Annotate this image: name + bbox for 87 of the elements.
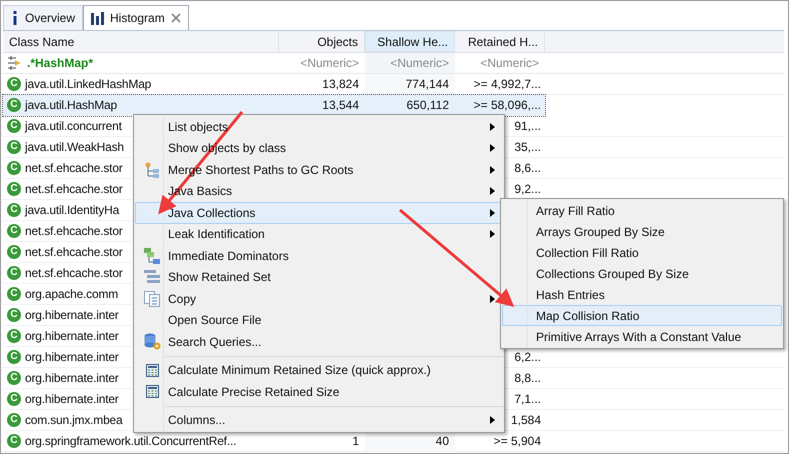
class-name: java.util.WeakHash xyxy=(25,139,124,156)
class-icon: C xyxy=(7,329,21,343)
bar-chart-icon xyxy=(91,12,104,24)
class-icon: C xyxy=(7,161,21,175)
table-cell-text: 6,2... xyxy=(514,349,541,366)
calculator-icon xyxy=(146,364,158,377)
class-icon: C xyxy=(7,350,21,364)
table-cell-text: 8,6... xyxy=(514,160,541,177)
class-icon: C xyxy=(7,434,21,448)
table-cell-text: 1,584 xyxy=(510,412,541,429)
menu-item[interactable]: Columns... xyxy=(135,410,503,431)
menu-item[interactable]: Copy xyxy=(135,288,503,310)
class-name: org.apache.comm xyxy=(25,286,118,303)
table-cell-text: 8,8... xyxy=(514,370,541,387)
class-name: org.hibernate.inter xyxy=(25,391,119,408)
class-name: org.springframework.util.ConcurrentRef... xyxy=(25,433,236,450)
class-icon: C xyxy=(7,182,21,196)
class-icon: C xyxy=(7,224,21,238)
class-name: net.sf.ehcache.stor xyxy=(25,181,123,198)
class-name: org.hibernate.inter xyxy=(25,349,119,366)
table-cell-text: 774,144 xyxy=(406,76,449,93)
class-name: java.util.HashMap xyxy=(25,97,117,114)
class-icon: C xyxy=(7,287,21,301)
database-icon xyxy=(144,333,160,350)
class-icon: C xyxy=(7,77,21,91)
menu-item[interactable]: Collections Grouped By Size xyxy=(502,263,782,284)
class-name: net.sf.ehcache.stor xyxy=(25,265,123,282)
table-cell-text: 1 xyxy=(352,433,359,450)
calculator-icon xyxy=(146,385,158,398)
class-name: net.sf.ehcache.stor xyxy=(25,244,123,261)
class-icon: C xyxy=(7,413,21,427)
tree-icon xyxy=(144,162,160,178)
close-icon[interactable] xyxy=(170,13,181,23)
table-cell-text: >= 4,992,7... xyxy=(474,76,541,93)
menu-item[interactable]: Leak Identification xyxy=(135,224,503,245)
table-cell-text: 91,... xyxy=(514,118,541,135)
table-cell-text: 35,... xyxy=(514,139,541,156)
class-icon: C xyxy=(7,140,21,154)
class-icon: C xyxy=(7,392,21,406)
menu-item[interactable]: Primitive Arrays With a Constant Value xyxy=(502,326,782,347)
copy-icon xyxy=(144,290,160,307)
class-icon: C xyxy=(7,308,21,322)
table-cell-text: 650,112 xyxy=(406,97,449,114)
column-header[interactable]: Shallow He... xyxy=(365,31,455,52)
table-cell-text: 40 xyxy=(436,433,449,450)
column-header[interactable]: Class Name xyxy=(3,31,279,52)
filter-field[interactable]: <Numeric> xyxy=(455,53,545,73)
class-icon: C xyxy=(7,98,21,112)
class-icon: C xyxy=(7,119,21,133)
menu-item[interactable]: Java Collections xyxy=(135,202,503,224)
table-cell-text: 7,1... xyxy=(514,391,541,408)
filter-field[interactable]: .*HashMap* xyxy=(27,54,94,72)
class-name: java.util.concurrent xyxy=(25,118,122,135)
class-icon: C xyxy=(7,203,21,217)
filter-field[interactable]: <Numeric> xyxy=(279,53,365,73)
table-cell-text: >= 5,904 xyxy=(494,433,541,450)
hierarchy-icon xyxy=(144,248,160,264)
table-cell-text: 9,2... xyxy=(514,181,541,198)
table-cell-text: >= 58,096,... xyxy=(474,97,541,114)
class-name: net.sf.ehcache.stor xyxy=(25,160,123,177)
class-icon: C xyxy=(7,245,21,259)
tab[interactable]: Overview xyxy=(3,5,84,30)
menu-item[interactable]: Map Collision Ratio xyxy=(502,305,782,326)
class-name: org.hibernate.inter xyxy=(25,307,119,324)
class-icon: C xyxy=(7,371,21,385)
table-row[interactable]: C java.util.HashMap 13,544 650,112 >= 58,096,... xyxy=(3,95,545,116)
class-icon: C xyxy=(7,266,21,280)
info-icon xyxy=(11,11,19,25)
table-cell-text: 13,544 xyxy=(322,97,359,114)
tab[interactable]: Histogram xyxy=(83,5,189,30)
menu-item[interactable]: Array Fill Ratio xyxy=(502,200,782,221)
list-icon xyxy=(144,270,160,284)
class-name: org.hibernate.inter xyxy=(25,328,119,345)
menu-item[interactable]: Collection Fill Ratio xyxy=(502,242,782,263)
class-name: org.hibernate.inter xyxy=(25,370,119,387)
menu-item[interactable]: Immediate Dominators xyxy=(135,245,503,266)
class-name: net.sf.ehcache.stor xyxy=(25,223,123,240)
menu-item[interactable]: Arrays Grouped By Size xyxy=(502,221,782,242)
menu-item[interactable]: Calculate Precise Retained Size xyxy=(135,381,503,402)
menu-item[interactable]: Open Source File xyxy=(135,310,503,331)
menu-item[interactable]: List objects xyxy=(135,116,503,138)
menu-item[interactable]: Show Retained Set xyxy=(135,266,503,288)
class-name: com.sun.jmx.mbea xyxy=(25,412,122,429)
class-name: java.util.LinkedHashMap xyxy=(25,76,152,93)
class-name: java.util.IdentityHa xyxy=(25,202,120,219)
column-header[interactable]: Retained H... xyxy=(455,31,545,52)
table-cell-text: 13,824 xyxy=(322,76,359,93)
